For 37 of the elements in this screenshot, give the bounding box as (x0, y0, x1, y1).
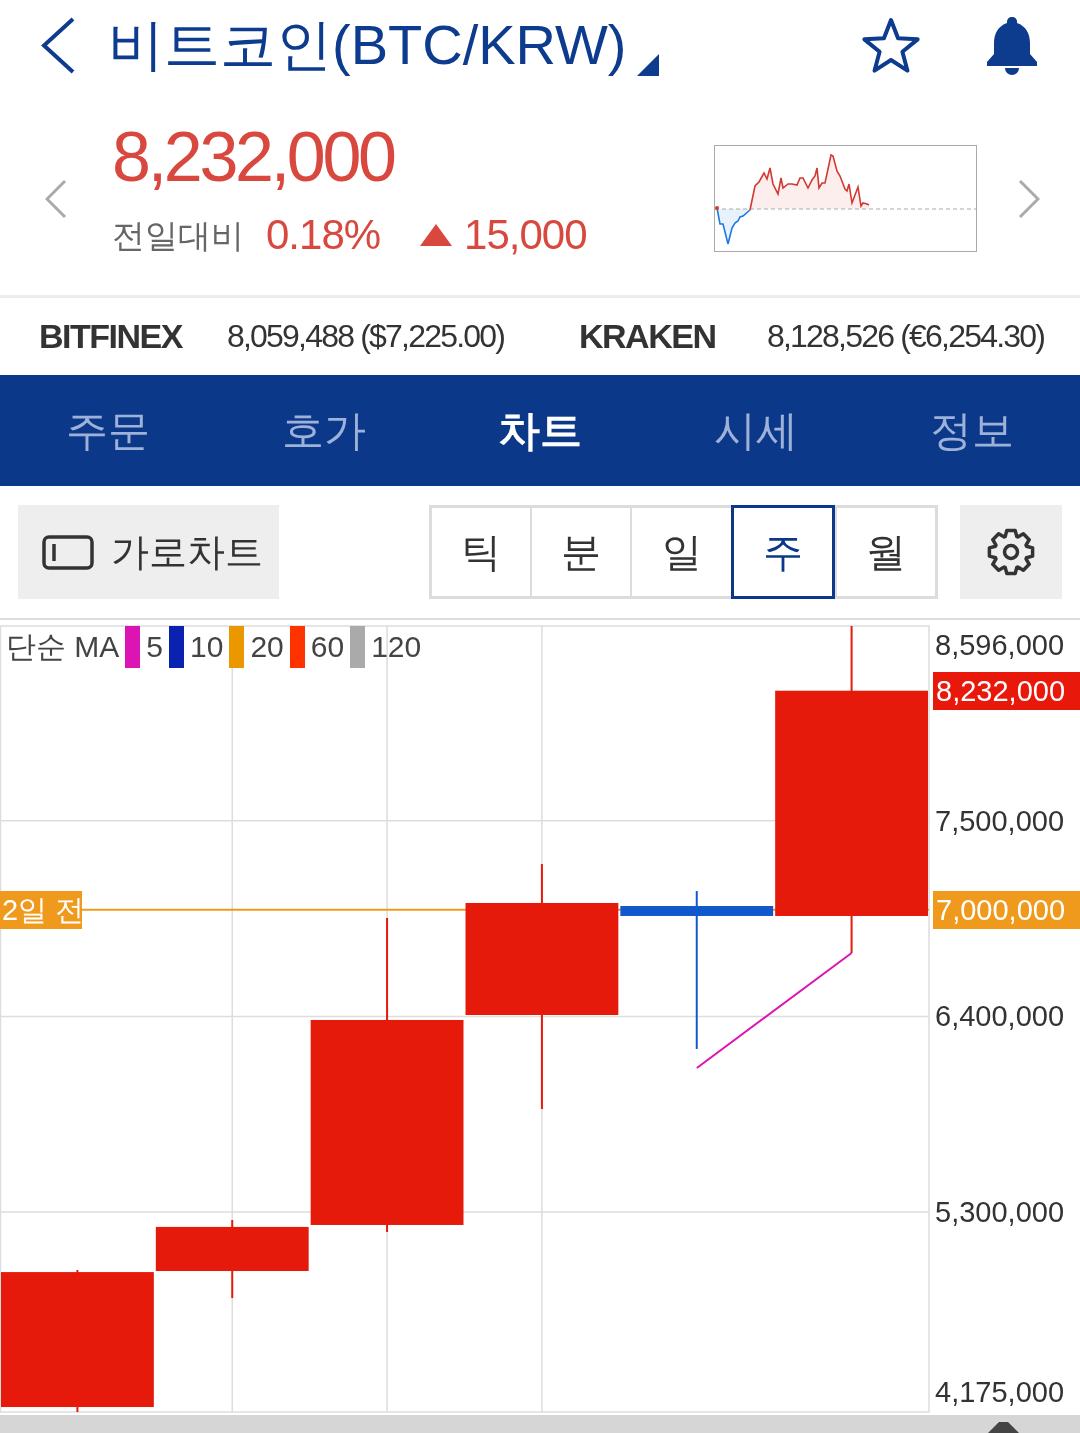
caret-icon[interactable] (636, 54, 659, 76)
exchange-price: 8,059,488 ($7,225.00) (227, 318, 505, 355)
axis-label: 7,500,000 (935, 803, 1064, 839)
reference-price-tag: 7,000,000 (933, 890, 1080, 929)
legend-title: 단순 MA (6, 629, 120, 665)
axis-label: 4,175,000 (935, 1375, 1064, 1410)
legend-label: 5 (146, 629, 164, 665)
change-rate: 0.18% (266, 214, 381, 256)
back-icon[interactable] (40, 15, 76, 75)
axis-label: 5,300,000 (935, 1195, 1064, 1230)
legend-label: 120 (371, 629, 422, 665)
tab[interactable]: 주문 (0, 375, 216, 486)
exchange-price: 8,128,526 (€6,254.30) (767, 318, 1045, 355)
exchange-name: KRAKEN (579, 317, 716, 356)
tab[interactable]: 정보 (864, 375, 1080, 486)
current-price-tag: 8,232,000 (933, 671, 1080, 710)
change-amount: 15,000 (464, 214, 587, 256)
legend-label: 60 (310, 629, 345, 665)
legend-label: 10 (190, 629, 224, 665)
landscape-chart-button[interactable]: 가로차트 (18, 505, 279, 599)
exchange-name: BITFINEX (39, 317, 182, 356)
change-label: 전일대비 (112, 218, 244, 252)
axis-label: 8,596,000 (935, 628, 1064, 663)
current-price: 8,232,000 (112, 122, 394, 192)
tab[interactable]: 호가 (216, 375, 432, 486)
reference-label: 2일 전 (0, 890, 82, 929)
legend-label: 20 (250, 629, 284, 665)
tab[interactable]: 시세 (648, 375, 864, 486)
bell-icon[interactable] (984, 15, 1040, 75)
settings-icon (987, 528, 1035, 576)
tab[interactable]: 차트 (432, 375, 648, 486)
phone-landscape-icon (42, 534, 94, 570)
axis-label: 6,400,000 (935, 999, 1064, 1035)
caret-up-icon[interactable] (988, 1422, 1019, 1433)
period-tab[interactable]: 주 (730, 505, 835, 599)
star-icon[interactable] (860, 15, 922, 75)
settings-button[interactable] (960, 505, 1062, 599)
